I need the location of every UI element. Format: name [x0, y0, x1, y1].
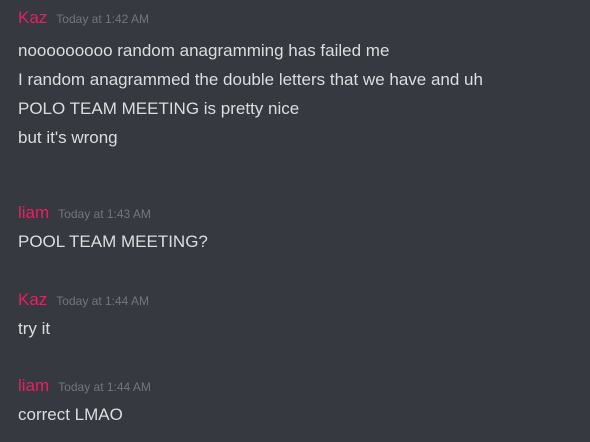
timestamp: Today at 1:43 AM — [58, 207, 151, 221]
message-body: correct LMAO — [18, 400, 590, 429]
message-body: try it — [18, 314, 590, 343]
message-line: POOL TEAM MEETING? — [18, 232, 208, 251]
message-group-liam-2: liam Today at 1:44 AM correct LMAO — [18, 374, 590, 429]
message-line: but it's wrong — [18, 128, 118, 147]
timestamp: Today at 1:44 AM — [56, 294, 150, 308]
message-line: try it — [18, 319, 51, 338]
message-header: Kaz Today at 1:42 AM — [18, 6, 590, 30]
username[interactable]: Kaz — [18, 288, 47, 312]
message-group-kaz-1: Kaz Today at 1:42 AM nooooooooo random a… — [18, 6, 590, 152]
message-group-liam-1: liam Today at 1:43 AM POOL TEAM MEETING? — [18, 201, 590, 256]
timestamp: Today at 1:42 AM — [56, 12, 150, 26]
message-header: liam Today at 1:44 AM — [18, 374, 590, 398]
username[interactable]: liam — [18, 374, 49, 398]
message-line: I random anagrammed the double letters t… — [18, 70, 483, 89]
message-body: POOL TEAM MEETING? — [18, 227, 590, 256]
message-group-kaz-2: Kaz Today at 1:44 AM try it — [18, 288, 590, 343]
timestamp: Today at 1:44 AM — [58, 380, 151, 394]
message-line: nooooooooo random anagramming has failed… — [18, 41, 390, 60]
message-body: nooooooooo random anagramming has failed… — [18, 36, 590, 152]
chat-message-list: Kaz Today at 1:42 AM nooooooooo random a… — [0, 0, 590, 442]
message-line: POLO TEAM MEETING is pretty nice — [18, 99, 300, 118]
message-line: correct LMAO — [18, 405, 123, 424]
username[interactable]: Kaz — [18, 6, 47, 30]
message-header: liam Today at 1:43 AM — [18, 201, 590, 225]
username[interactable]: liam — [18, 201, 49, 225]
message-header: Kaz Today at 1:44 AM — [18, 288, 590, 312]
